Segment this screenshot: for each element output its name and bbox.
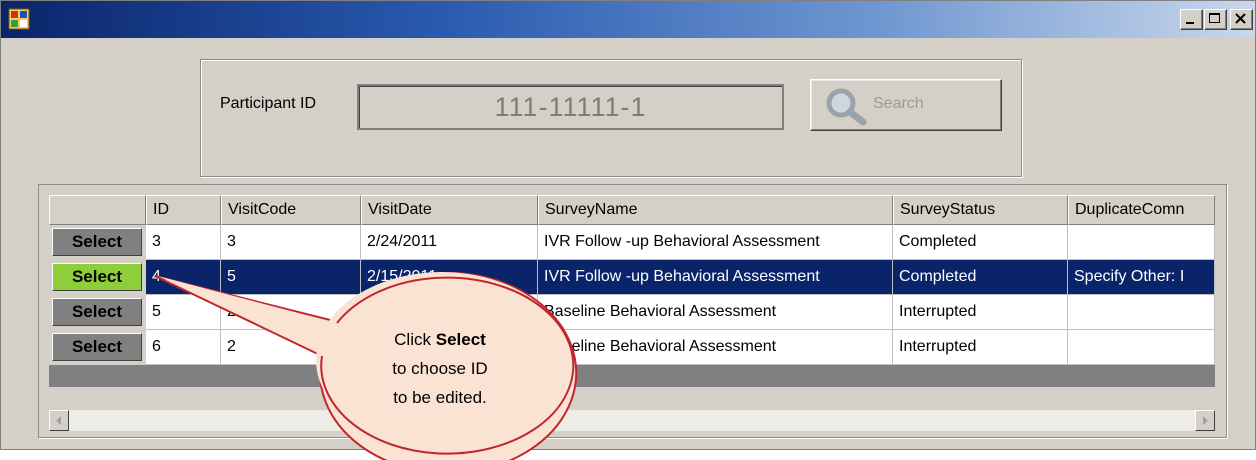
select-button[interactable]: Select [52,298,142,326]
column-header-visitdate[interactable]: VisitDate [361,195,538,225]
table-row[interactable]: Select 5 2 Baseline Behavioral Assessmen… [49,295,1215,330]
minimize-button[interactable] [1180,9,1203,30]
title-bar[interactable] [1,1,1255,38]
column-header-surveyname[interactable]: SurveyName [538,195,893,225]
cell-duplicate [1068,225,1215,260]
cell-surveystatus: Interrupted [893,295,1068,330]
cell-id: 4 [146,260,221,295]
select-button[interactable]: Select [52,333,142,361]
search-button[interactable]: Search [810,79,1002,131]
maximize-button[interactable] [1204,9,1227,30]
select-cell: Select [49,330,146,365]
app-icon [8,8,30,30]
column-header-duplicate[interactable]: DuplicateComn [1068,195,1215,225]
callout-line2: to choose ID [392,359,488,378]
column-header-visitcode[interactable]: VisitCode [221,195,361,225]
select-button[interactable]: Select [52,228,142,256]
chevron-left-icon [56,416,61,425]
column-header-id[interactable]: ID [146,195,221,225]
minimize-icon [1186,22,1194,24]
callout-line1-bold: Select [435,330,486,349]
search-icon [826,88,867,126]
table-row-selected[interactable]: Select 4 5 2/15/2011 IVR Follow -up Beha… [49,260,1215,295]
cell-surveystatus: Completed [893,260,1068,295]
cell-surveystatus: Completed [893,225,1068,260]
participant-id-input[interactable]: 111-11111-1 [357,84,784,130]
cell-surveyname: Baseline Behavioral Assessment [538,295,893,330]
cell-id: 6 [146,330,221,365]
close-icon [1235,13,1246,24]
results-grid: ID VisitCode VisitDate SurveyName Survey… [49,195,1215,387]
cell-id: 3 [146,225,221,260]
select-cell: Select [49,225,146,260]
select-cell: Select [49,295,146,330]
cell-visitcode: 5 [221,260,361,295]
chevron-right-icon [1203,416,1208,425]
cell-duplicate [1068,330,1215,365]
table-row[interactable]: Select 6 2 Baseline Behavioral Assessmen… [49,330,1215,365]
cell-visitdate: 2/15/2011 [361,260,538,295]
callout-line1-prefix: Click [394,330,431,349]
maximize-icon [1209,13,1220,23]
cell-visitcode: 3 [221,225,361,260]
participant-id-label: Participant ID [220,95,317,112]
callout-text: Click Select to choose ID to be edited. [340,325,540,412]
column-header-select [49,195,146,225]
cell-surveyname: IVR Follow -up Behavioral Assessment [538,260,893,295]
grid-header: ID VisitCode VisitDate SurveyName Survey… [49,195,1215,225]
horizontal-scrollbar[interactable] [49,409,1215,431]
cell-visitdate: 2/24/2011 [361,225,538,260]
close-button[interactable] [1230,9,1253,30]
grid-empty-area-lower [49,387,1215,409]
callout-line3: to be edited. [393,388,487,407]
scroll-left-button[interactable] [49,410,69,431]
cell-surveystatus: Interrupted [893,330,1068,365]
column-header-surveystatus[interactable]: SurveyStatus [893,195,1068,225]
cell-surveyname: Baseline Behavioral Assessment [538,330,893,365]
table-row[interactable]: Select 3 3 2/24/2011 IVR Follow -up Beha… [49,225,1215,260]
grid-empty-area [49,365,1215,387]
cell-id: 5 [146,295,221,330]
cell-surveyname: IVR Follow -up Behavioral Assessment [538,225,893,260]
select-button-active[interactable]: Select [52,263,142,291]
cell-duplicate [1068,295,1215,330]
search-button-label: Search [873,95,924,112]
scroll-right-button[interactable] [1195,410,1215,431]
select-cell: Select [49,260,146,295]
app-window: Participant ID 111-11111-1 Search ID Vis… [0,0,1256,450]
cell-duplicate: Specify Other: I [1068,260,1215,295]
